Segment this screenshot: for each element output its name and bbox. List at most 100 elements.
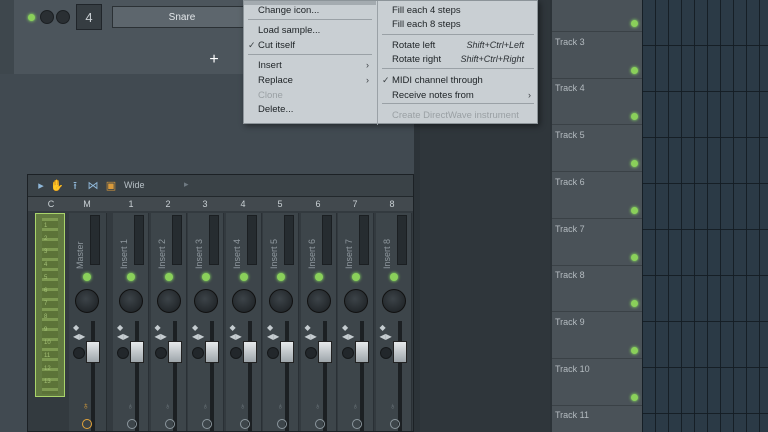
fx-icon[interactable]: ♁	[165, 401, 175, 411]
menu-item[interactable]: Change icon...	[244, 3, 376, 18]
insert-strip[interactable]: Insert 3 ◆ ◀▶ ♁	[188, 213, 224, 431]
master-pan-knob[interactable]	[75, 289, 99, 313]
menu-item[interactable]: ✓ Cut itself	[244, 38, 376, 53]
upload-icon[interactable]: ⭱	[68, 179, 82, 193]
master-fader[interactable]	[86, 341, 100, 363]
insert-pan-knob[interactable]	[231, 289, 256, 313]
menu-item[interactable]: Rotate right Shift+Ctrl+Right	[378, 52, 538, 67]
playlist-grid[interactable]	[642, 0, 768, 432]
clock-icon[interactable]	[239, 419, 250, 429]
track-led-icon[interactable]	[631, 113, 638, 121]
menu-item[interactable]: Load sample...	[244, 23, 376, 38]
insert-fader[interactable]	[392, 341, 407, 363]
insert-fader[interactable]	[242, 341, 257, 363]
fx-icon[interactable]: ♁	[352, 401, 362, 411]
clock-icon[interactable]	[389, 419, 400, 429]
insert-pan-knob[interactable]	[119, 289, 143, 313]
insert-strip[interactable]: Insert 8 ◆ ◀▶ ♁	[375, 213, 412, 431]
fx-icon[interactable]: ♁	[240, 401, 250, 411]
insert-stereo-knob[interactable]	[342, 347, 354, 359]
chevron-right-icon[interactable]: ▸	[184, 179, 189, 190]
fx-icon[interactable]: ♁	[127, 401, 137, 411]
menu-item[interactable]: Replace ›	[244, 73, 376, 88]
stereo-arrows-icon[interactable]: ◆ ◀▶	[192, 323, 204, 341]
insert-stereo-knob[interactable]	[117, 347, 129, 359]
track-led-icon[interactable]	[631, 300, 638, 308]
fx-icon[interactable]: ♁	[315, 401, 325, 411]
insert-stereo-knob[interactable]	[192, 347, 204, 359]
insert-fader[interactable]	[317, 341, 332, 363]
insert-led-icon[interactable]	[164, 273, 173, 281]
menu-item[interactable]: Receive notes from ›	[378, 88, 538, 103]
channel-led-icon[interactable]	[28, 14, 35, 21]
insert-pan-knob[interactable]	[194, 289, 218, 313]
master-stereo-knob[interactable]	[73, 347, 85, 359]
playlist-track[interactable]	[552, 0, 642, 32]
track-led-icon[interactable]	[631, 66, 638, 74]
insert-fader[interactable]	[130, 341, 144, 363]
fx-icon[interactable]: ♁	[202, 401, 212, 411]
insert-strip[interactable]: Insert 6 ◆ ◀▶ ♁	[300, 213, 337, 431]
mixer-header-cell[interactable]: C	[36, 197, 66, 211]
insert-stereo-knob[interactable]	[304, 347, 317, 359]
mixer-header-cell[interactable]: 1	[116, 197, 146, 211]
stereo-arrows-icon[interactable]: ◆ ◀▶	[305, 323, 317, 341]
layout-icon[interactable]: ▣	[104, 179, 118, 193]
mixer-header-cell[interactable]: 8	[377, 197, 407, 211]
playlist-track[interactable]: Track 4	[552, 79, 642, 126]
playlist-track[interactable]: Track 11	[552, 406, 642, 432]
insert-fader[interactable]	[167, 341, 182, 363]
playlist-track[interactable]: Track 8	[552, 266, 642, 313]
track-led-icon[interactable]	[631, 206, 638, 214]
insert-fader[interactable]	[355, 341, 369, 363]
menu-item[interactable]: Fill each 4 steps	[378, 3, 538, 18]
stereo-arrows-icon[interactable]: ◆ ◀▶	[117, 323, 129, 341]
play-arrow-icon[interactable]: ▸	[34, 179, 48, 193]
fx-icon[interactable]: ♁	[82, 401, 92, 412]
clock-icon[interactable]	[314, 419, 325, 429]
insert-strip[interactable]: Insert 5 ◆ ◀▶ ♁	[263, 213, 299, 431]
clock-icon[interactable]	[82, 419, 92, 429]
master-led-icon[interactable]	[83, 273, 91, 281]
fx-icon[interactable]: ♁	[390, 401, 400, 411]
mixer-layout-label[interactable]: Wide	[124, 180, 145, 190]
playlist-track[interactable]: Track 10	[552, 360, 642, 406]
insert-strip[interactable]: Insert 1 ◆ ◀▶ ♁	[113, 213, 149, 431]
insert-strip[interactable]: Insert 4 ◆ ◀▶ ♁	[225, 213, 262, 431]
insert-pan-knob[interactable]	[156, 289, 181, 313]
playlist-track[interactable]: Track 3	[552, 33, 642, 79]
playlist-track[interactable]: Track 6	[552, 173, 642, 219]
insert-fader[interactable]	[280, 341, 294, 363]
clock-icon[interactable]	[277, 419, 287, 429]
stereo-arrows-icon[interactable]: ◆ ◀▶	[342, 323, 354, 341]
mixer-header-cell[interactable]: 2	[153, 197, 183, 211]
hand-icon[interactable]: ✋	[50, 179, 64, 193]
track-led-icon[interactable]	[631, 20, 638, 27]
channel-number[interactable]: 4	[76, 4, 102, 30]
mixer-header-cell[interactable]: 6	[303, 197, 333, 211]
volume-knob-icon[interactable]	[56, 10, 70, 24]
track-led-icon[interactable]	[631, 393, 638, 401]
insert-pan-knob[interactable]	[306, 289, 331, 313]
menu-item[interactable]: ✓ MIDI channel through	[378, 73, 538, 88]
mixer-header-cell[interactable]: 5	[265, 197, 295, 211]
stereo-arrows-icon[interactable]: ◆ ◀▶	[380, 323, 392, 341]
insert-stereo-knob[interactable]	[154, 347, 167, 359]
menu-item[interactable]: Rotate left Shift+Ctrl+Left	[378, 38, 538, 53]
mixer-header-cell[interactable]: 7	[340, 197, 370, 211]
clock-icon[interactable]	[352, 419, 362, 429]
insert-led-icon[interactable]	[352, 273, 360, 281]
track-led-icon[interactable]	[631, 160, 638, 168]
playlist-track[interactable]: Track 7	[552, 220, 642, 266]
track-led-icon[interactable]	[631, 253, 638, 261]
menu-item[interactable]: Insert ›	[244, 58, 376, 73]
master-strip[interactable]: Master ◆ ◀▶ ♁	[69, 213, 107, 431]
insert-led-icon[interactable]	[277, 273, 285, 281]
mixer-header-cell[interactable]: M	[72, 197, 102, 211]
insert-pan-knob[interactable]	[381, 289, 406, 313]
insert-led-icon[interactable]	[202, 273, 210, 281]
menu-item[interactable]: Fill each 8 steps	[378, 17, 538, 32]
insert-stereo-knob[interactable]	[229, 347, 242, 359]
track-led-icon[interactable]	[631, 346, 638, 354]
insert-fader[interactable]	[205, 341, 219, 363]
